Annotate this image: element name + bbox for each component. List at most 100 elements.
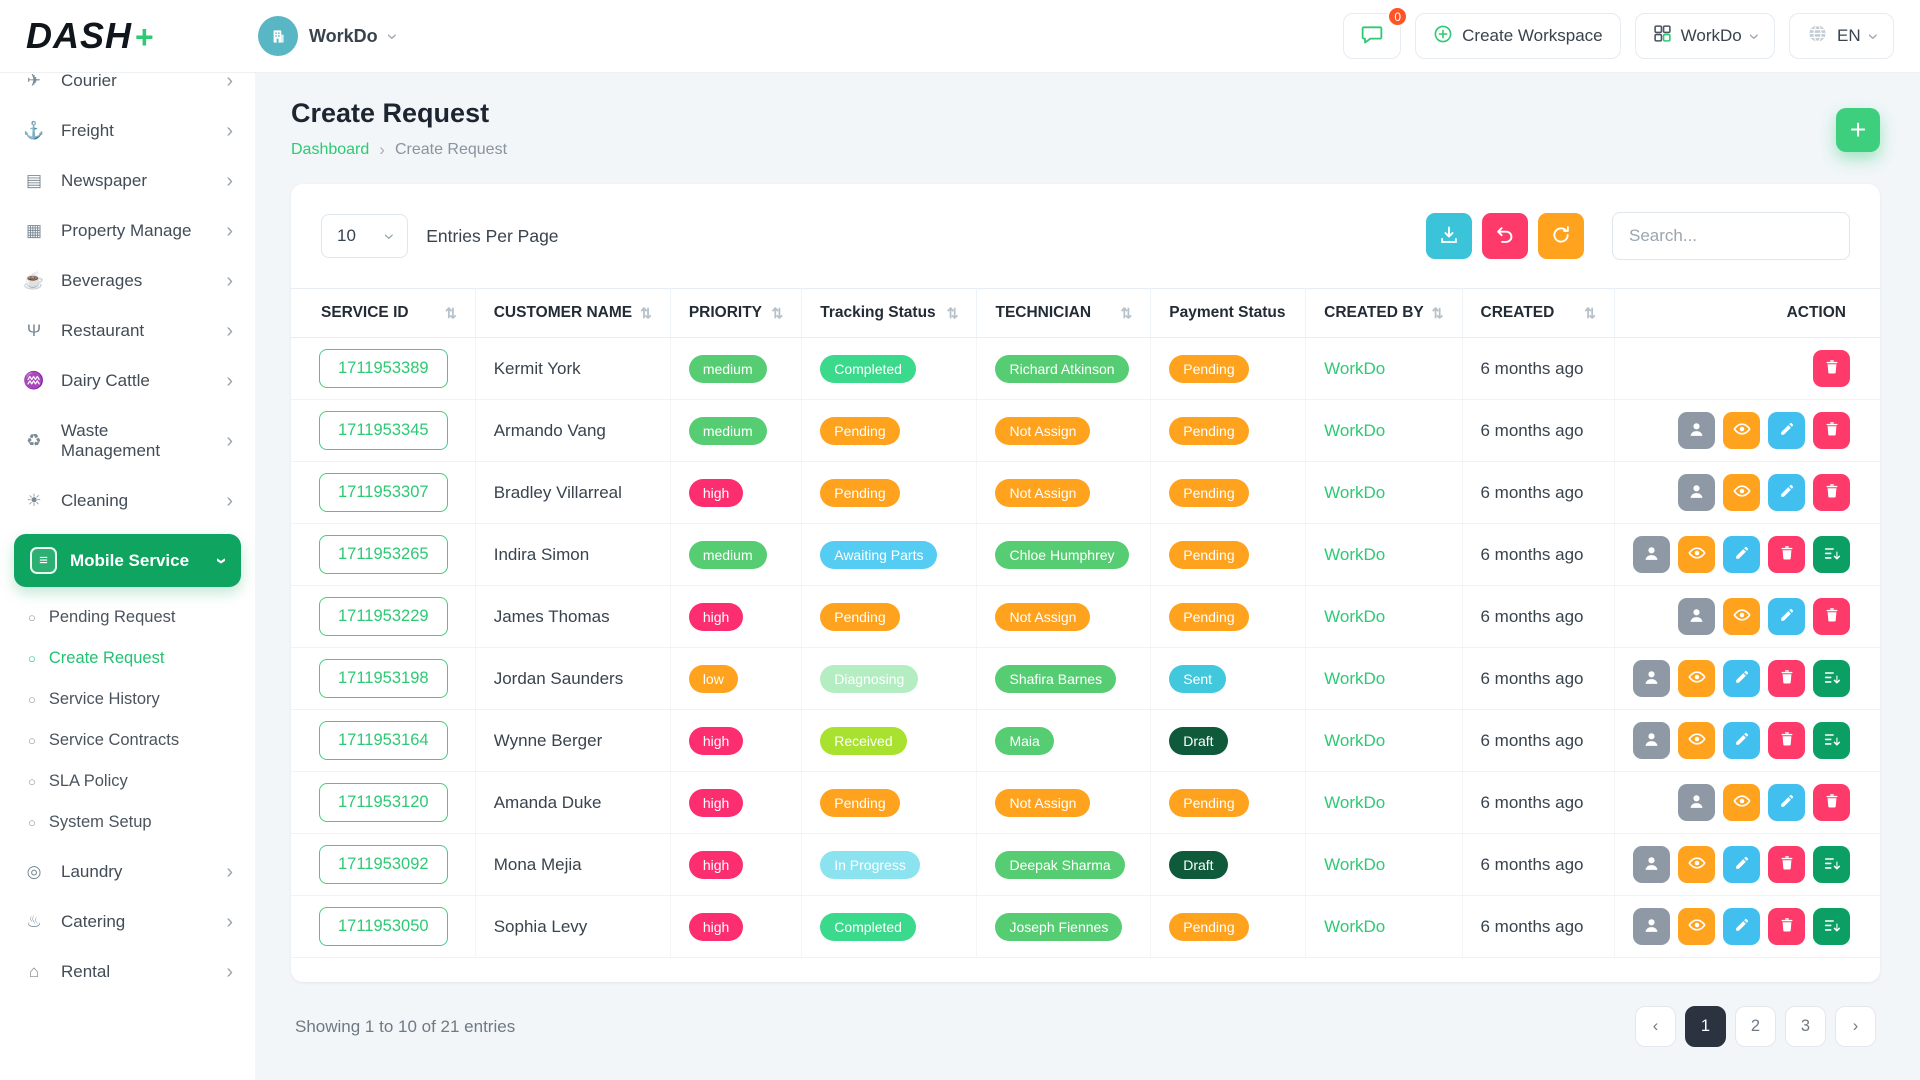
convert-action-button[interactable] [1813, 660, 1850, 697]
account-menu-button[interactable]: WorkDo › [1635, 13, 1775, 59]
sidebar-item-rental[interactable]: ⌂Rental› [0, 947, 255, 997]
created-by-link[interactable]: WorkDo [1324, 855, 1385, 874]
entries-per-page-select[interactable]: 10 › [321, 214, 408, 258]
created-by-link[interactable]: WorkDo [1324, 421, 1385, 440]
created-by-link[interactable]: WorkDo [1324, 669, 1385, 688]
sidebar-subitem-sla-policy[interactable]: ○SLA Policy [0, 761, 255, 802]
add-request-button[interactable]: + [1836, 108, 1880, 152]
edit-action-button[interactable] [1723, 660, 1760, 697]
edit-action-button[interactable] [1723, 722, 1760, 759]
service-id-link[interactable]: 1711953164 [319, 721, 448, 760]
sidebar-item-newspaper[interactable]: ▤Newspaper› [0, 156, 255, 206]
column-header-created-by[interactable]: CREATED BY⇅ [1306, 289, 1462, 338]
edit-action-button[interactable] [1768, 784, 1805, 821]
sidebar-subitem-system-setup[interactable]: ○System Setup [0, 802, 255, 843]
column-header-created[interactable]: CREATED⇅ [1462, 289, 1614, 338]
delete-action-button[interactable] [1813, 784, 1850, 821]
eye-action-button[interactable] [1678, 846, 1715, 883]
delete-action-button[interactable] [1813, 350, 1850, 387]
service-id-link[interactable]: 1711953092 [319, 845, 448, 884]
sidebar-subitem-service-contracts[interactable]: ○Service Contracts [0, 720, 255, 761]
user-action-button[interactable] [1633, 536, 1670, 573]
service-id-link[interactable]: 1711953198 [319, 659, 448, 698]
sidebar-item-freight[interactable]: ⚓Freight› [0, 106, 255, 156]
sidebar-subitem-pending-request[interactable]: ○Pending Request [0, 597, 255, 638]
edit-action-button[interactable] [1768, 474, 1805, 511]
messages-button[interactable]: 0 [1343, 13, 1401, 59]
sidebar-subitem-create-request[interactable]: ○Create Request [0, 638, 255, 679]
convert-action-button[interactable] [1813, 846, 1850, 883]
service-id-link[interactable]: 1711953389 [319, 349, 448, 388]
delete-action-button[interactable] [1813, 474, 1850, 511]
eye-action-button[interactable] [1723, 598, 1760, 635]
delete-action-button[interactable] [1768, 536, 1805, 573]
next-page-button[interactable]: › [1835, 1006, 1876, 1047]
column-header-technician[interactable]: TECHNICIAN⇅ [977, 289, 1151, 338]
eye-action-button[interactable] [1723, 412, 1760, 449]
user-action-button[interactable] [1678, 474, 1715, 511]
sidebar-item-restaurant[interactable]: ΨRestaurant› [0, 306, 255, 356]
created-by-link[interactable]: WorkDo [1324, 483, 1385, 502]
sidebar-item-beverages[interactable]: ☕Beverages› [0, 256, 255, 306]
delete-action-button[interactable] [1768, 908, 1805, 945]
service-id-link[interactable]: 1711953120 [319, 783, 448, 822]
edit-action-button[interactable] [1723, 536, 1760, 573]
eye-action-button[interactable] [1678, 536, 1715, 573]
delete-action-button[interactable] [1813, 598, 1850, 635]
user-action-button[interactable] [1678, 784, 1715, 821]
user-action-button[interactable] [1678, 412, 1715, 449]
created-by-link[interactable]: WorkDo [1324, 607, 1385, 626]
convert-action-button[interactable] [1813, 536, 1850, 573]
sidebar-item-courier[interactable]: ✈Courier› [0, 72, 255, 106]
service-id-link[interactable]: 1711953345 [319, 411, 448, 450]
user-action-button[interactable] [1633, 722, 1670, 759]
created-by-link[interactable]: WorkDo [1324, 731, 1385, 750]
app-logo[interactable]: DASH + [26, 15, 258, 57]
eye-action-button[interactable] [1678, 908, 1715, 945]
sidebar-item-waste-management[interactable]: ♻Waste Management› [0, 406, 255, 476]
download-button[interactable] [1426, 213, 1472, 259]
page-button-2[interactable]: 2 [1735, 1006, 1776, 1047]
delete-action-button[interactable] [1768, 722, 1805, 759]
page-button-3[interactable]: 3 [1785, 1006, 1826, 1047]
eye-action-button[interactable] [1678, 660, 1715, 697]
user-action-button[interactable] [1633, 908, 1670, 945]
created-by-link[interactable]: WorkDo [1324, 917, 1385, 936]
page-button-1[interactable]: 1 [1685, 1006, 1726, 1047]
service-id-link[interactable]: 1711953265 [319, 535, 448, 574]
edit-action-button[interactable] [1768, 412, 1805, 449]
sidebar-item-catering[interactable]: ♨Catering› [0, 897, 255, 947]
column-header-customer-name[interactable]: CUSTOMER NAME⇅ [475, 289, 670, 338]
user-action-button[interactable] [1633, 660, 1670, 697]
reset-button[interactable] [1482, 213, 1528, 259]
edit-action-button[interactable] [1723, 846, 1760, 883]
eye-action-button[interactable] [1723, 474, 1760, 511]
column-header-service-id[interactable]: SERVICE ID⇅ [291, 289, 475, 338]
language-selector[interactable]: EN › [1789, 13, 1894, 59]
search-input[interactable] [1612, 212, 1850, 260]
convert-action-button[interactable] [1813, 908, 1850, 945]
edit-action-button[interactable] [1723, 908, 1760, 945]
eye-action-button[interactable] [1678, 722, 1715, 759]
prev-page-button[interactable]: ‹ [1635, 1006, 1676, 1047]
created-by-link[interactable]: WorkDo [1324, 359, 1385, 378]
sidebar-item-cleaning[interactable]: ☀Cleaning› [0, 476, 255, 526]
column-header-tracking-status[interactable]: Tracking Status⇅ [802, 289, 977, 338]
refresh-button[interactable] [1538, 213, 1584, 259]
create-workspace-button[interactable]: Create Workspace [1415, 13, 1620, 59]
user-action-button[interactable] [1633, 846, 1670, 883]
user-action-button[interactable] [1678, 598, 1715, 635]
service-id-link[interactable]: 1711953050 [319, 907, 448, 946]
sidebar-item-dairy-cattle[interactable]: ♒Dairy Cattle› [0, 356, 255, 406]
convert-action-button[interactable] [1813, 722, 1850, 759]
delete-action-button[interactable] [1813, 412, 1850, 449]
service-id-link[interactable]: 1711953229 [319, 597, 448, 636]
delete-action-button[interactable] [1768, 660, 1805, 697]
delete-action-button[interactable] [1768, 846, 1805, 883]
created-by-link[interactable]: WorkDo [1324, 793, 1385, 812]
workspace-selector[interactable]: WorkDo › [258, 16, 395, 56]
edit-action-button[interactable] [1768, 598, 1805, 635]
sidebar-subitem-service-history[interactable]: ○Service History [0, 679, 255, 720]
service-id-link[interactable]: 1711953307 [319, 473, 448, 512]
column-header-priority[interactable]: PRIORITY⇅ [670, 289, 801, 338]
